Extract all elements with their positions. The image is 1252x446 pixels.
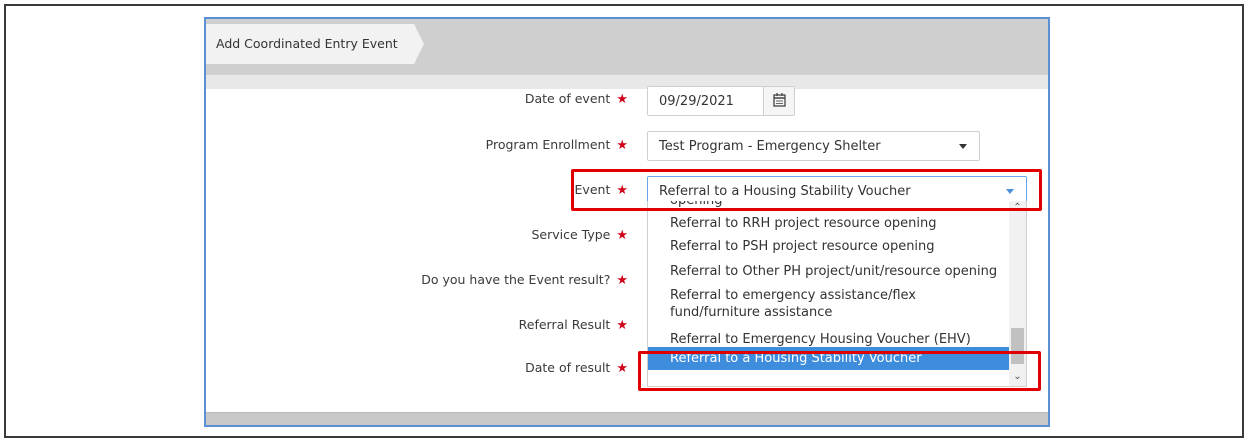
event-label-text: Event [574, 182, 611, 197]
required-star-icon: ★ [616, 183, 628, 198]
date-of-result-label: Date of result ★ [525, 360, 628, 376]
calendar-button[interactable] [763, 87, 794, 115]
program-enrollment-value: Test Program - Emergency Shelter [659, 139, 881, 154]
date-of-result-label-text: Date of result [525, 360, 611, 375]
dropdown-scrollbar[interactable]: ⌃ ⌄ [1009, 201, 1026, 386]
chevron-down-icon [1006, 189, 1014, 194]
program-enrollment-select[interactable]: Test Program - Emergency Shelter [647, 131, 980, 161]
event-label: Event ★ [575, 182, 628, 198]
date-of-event-input[interactable]: 09/29/2021 [647, 86, 795, 116]
program-enrollment-label: Program Enrollment ★ [486, 137, 628, 153]
panel-bottom-bar [206, 412, 1048, 425]
calendar-icon [773, 93, 786, 107]
scroll-up-icon[interactable]: ⌃ [1009, 201, 1026, 215]
date-of-event-label-text: Date of event [524, 91, 611, 106]
referral-result-label-text: Referral Result [518, 317, 611, 332]
event-option-other-ph[interactable]: Referral to Other PH project/unit/resour… [648, 263, 1010, 280]
required-star-icon: ★ [616, 228, 628, 243]
event-option-psh[interactable]: Referral to PSH project resource opening [648, 238, 1010, 255]
event-option-ehv[interactable]: Referral to Emergency Housing Voucher (E… [648, 331, 1010, 348]
tab-add-coordinated-entry-event[interactable]: Add Coordinated Entry Event [206, 24, 424, 64]
referral-result-label: Referral Result ★ [519, 317, 628, 333]
required-star-icon: ★ [616, 361, 628, 376]
event-result-label-text: Do you have the Event result? [421, 272, 611, 287]
event-option-housing-stability-voucher[interactable]: Referral to a Housing Stability Voucher [648, 347, 1010, 370]
event-result-label: Do you have the Event result? ★ [421, 272, 628, 288]
required-star-icon: ★ [616, 273, 628, 288]
scrollbar-thumb[interactable] [1011, 328, 1024, 364]
service-type-label: Service Type ★ [531, 227, 628, 243]
tab-label: Add Coordinated Entry Event [216, 36, 398, 51]
event-dropdown-list[interactable]: opening Referral to RRH project resource… [647, 201, 1027, 387]
panel-header: Add Coordinated Entry Event [206, 19, 1048, 75]
service-type-label-text: Service Type [531, 227, 611, 242]
required-star-icon: ★ [616, 138, 628, 153]
date-of-event-value: 09/29/2021 [659, 94, 734, 109]
scroll-down-icon[interactable]: ⌄ [1009, 370, 1026, 384]
required-star-icon: ★ [616, 92, 628, 107]
event-option-rrh[interactable]: Referral to RRH project resource opening [648, 215, 1010, 232]
coordinated-entry-panel: Add Coordinated Entry Event Date of even… [204, 17, 1050, 427]
event-option-emergency-assistance-line1[interactable]: Referral to emergency assistance/flex [648, 287, 1010, 304]
program-enrollment-label-text: Program Enrollment [485, 137, 611, 152]
required-star-icon: ★ [616, 318, 628, 333]
event-option-partial[interactable]: opening [648, 201, 1010, 209]
date-of-event-label: Date of event ★ [525, 91, 628, 107]
event-value: Referral to a Housing Stability Voucher [659, 184, 911, 199]
chevron-down-icon [959, 144, 967, 149]
event-option-emergency-assistance-line2[interactable]: fund/furniture assistance [648, 304, 1010, 321]
panel-subbar [206, 75, 1048, 89]
